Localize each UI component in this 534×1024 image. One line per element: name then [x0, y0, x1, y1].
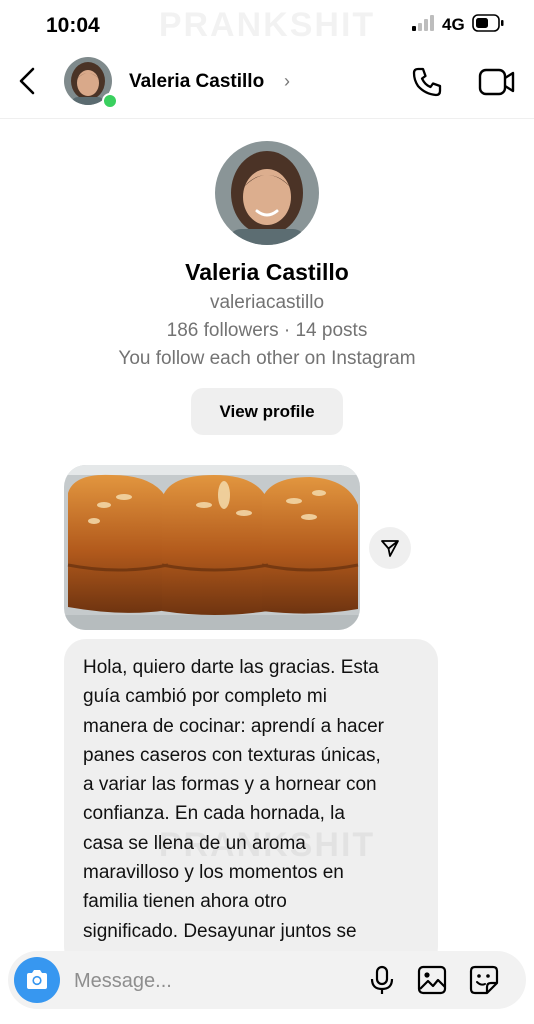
share-send-icon	[381, 540, 399, 557]
video-camera-icon[interactable]	[478, 66, 516, 98]
message-composer	[8, 951, 526, 1009]
sticker-icon[interactable]	[469, 965, 499, 995]
gallery-icon[interactable]	[417, 965, 447, 995]
message-line: Hola, quiero darte las gracias. Esta	[83, 657, 379, 678]
watermark: PRANKSHIT	[158, 826, 376, 864]
share-send-button[interactable]	[369, 527, 411, 569]
message-line: confianza. En cada hornada, la	[83, 803, 345, 825]
text-message-bubble[interactable]: Hola, quiero darte las gracias. Esta guí…	[64, 639, 438, 969]
message-line: panes caseros con texturas únicas,	[83, 744, 381, 766]
online-status-dot	[102, 93, 118, 109]
network-type: 4G	[442, 15, 465, 34]
profile-name: Valeria Castillo	[185, 259, 349, 285]
message-line: guía cambió por completo mi	[83, 686, 327, 708]
status-time: 10:04	[46, 14, 100, 37]
profile-username: valeriacastillo	[209, 292, 325, 313]
photo-message[interactable]	[64, 465, 360, 630]
message-input[interactable]	[72, 965, 346, 997]
contact-name[interactable]: Valeria Castillo	[129, 71, 264, 93]
signal-strength-icon	[412, 15, 434, 31]
message-line: a variar las formas y a hornear con	[83, 774, 377, 796]
profile-avatar[interactable]	[215, 141, 319, 245]
profile-stats: 186 followers · 14 posts	[166, 320, 368, 341]
chat-header: Valeria Castillo ›	[0, 52, 534, 119]
chevron-right-icon[interactable]: ›	[284, 71, 290, 92]
message-line: manera de cocinar: aprendí a hacer	[83, 715, 385, 737]
microphone-icon[interactable]	[368, 965, 396, 995]
message-line: significado. Desayunar juntos se	[83, 920, 357, 942]
phone-icon[interactable]	[410, 65, 444, 99]
back-arrow-icon[interactable]	[14, 66, 44, 96]
message-line: familia tienen ahora otro	[83, 891, 287, 913]
camera-button[interactable]	[14, 957, 60, 1003]
camera-icon	[27, 970, 47, 989]
battery-icon	[472, 14, 504, 32]
view-profile-button[interactable]: View profile	[191, 388, 343, 435]
mutual-follow-note: You follow each other on Instagram	[118, 348, 416, 369]
status-bar: PRANKSHIT 10:04 4G	[0, 0, 534, 50]
